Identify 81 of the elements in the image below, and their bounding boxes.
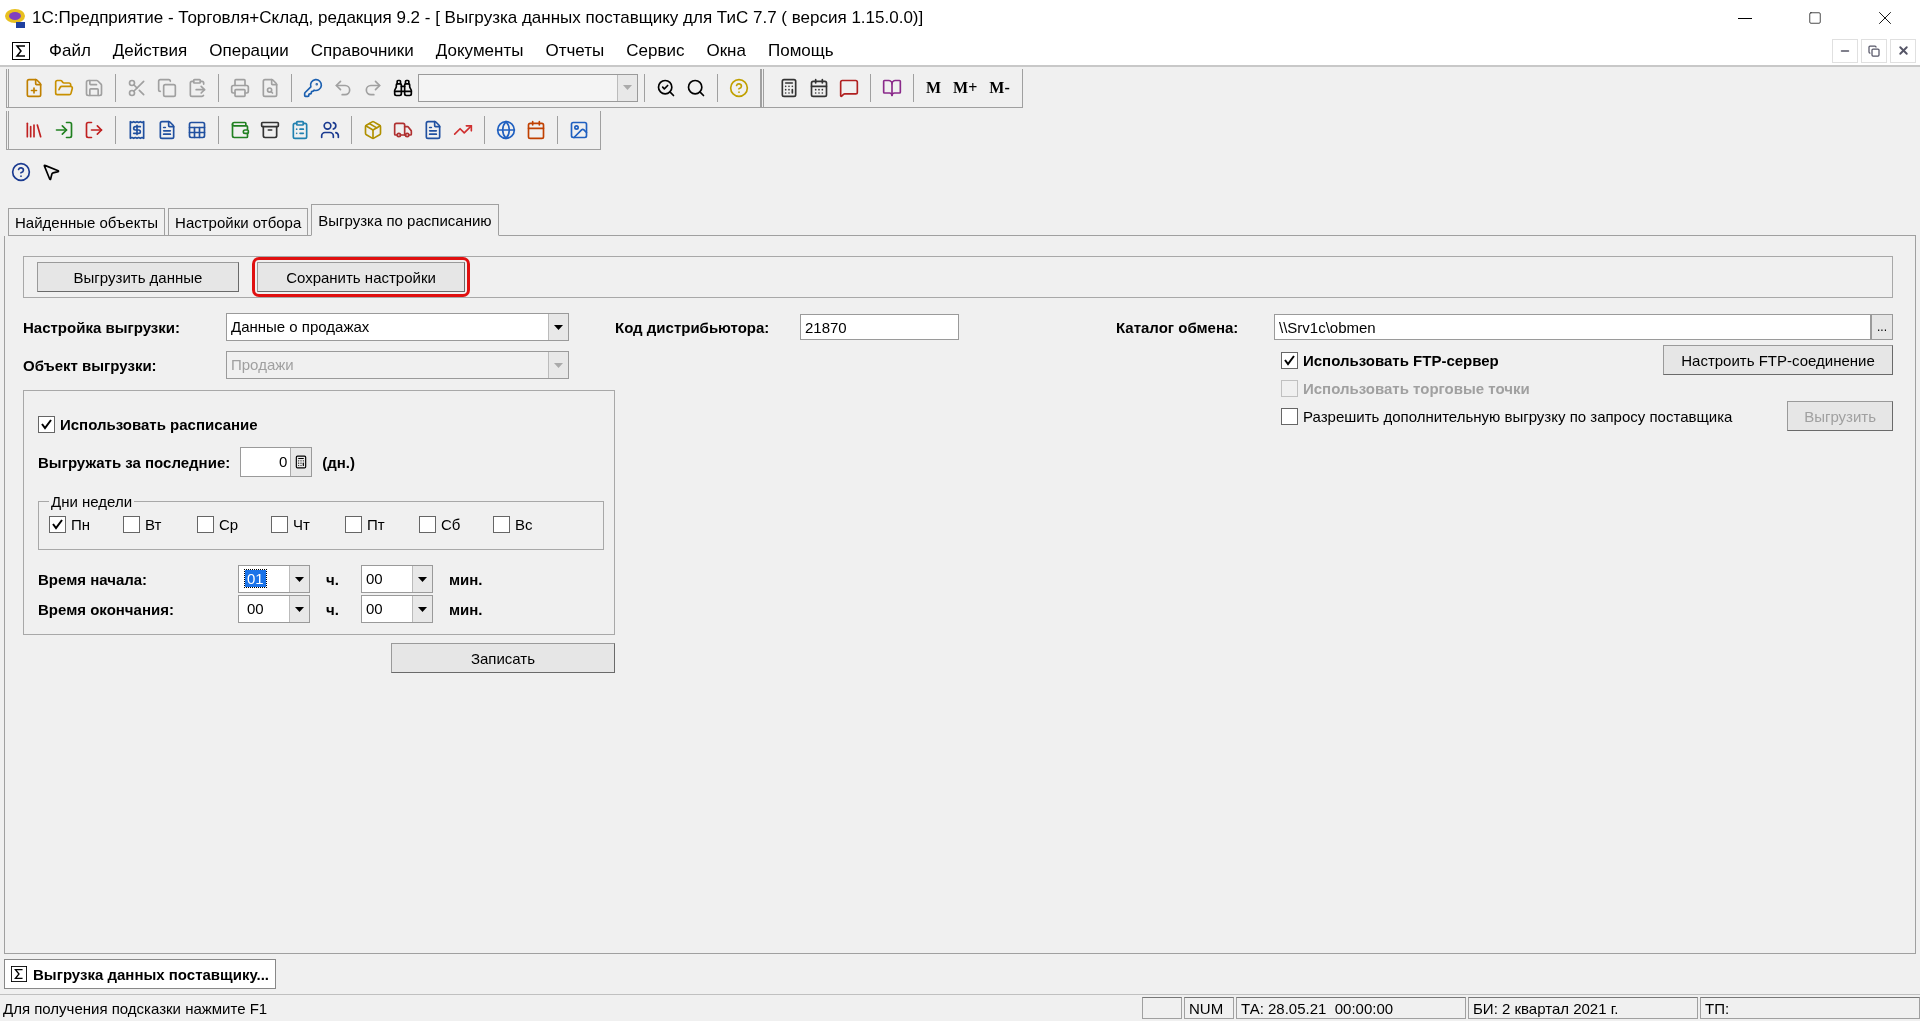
status-panel: [1142, 997, 1182, 1019]
checkbox-label: Вт: [145, 516, 162, 533]
checkbox-label: Вс: [515, 516, 533, 533]
memory-button[interactable]: M+: [947, 72, 984, 103]
window-title: 1С:Предприятие - Торговля+Склад, редакция 9.2 - [ Выгрузка данных поставщику для ТиС 7.7 ( версия 1.15.0.0)]: [32, 8, 925, 28]
checkbox[interactable]: [271, 516, 288, 533]
checkbox-label: Пн: [71, 516, 91, 533]
field-label: Код дистрибьютора:: [615, 318, 771, 336]
checkbox-label: Разрешить дополнительную выгрузку по запросу поставщика: [1303, 407, 1733, 425]
field-label: Каталог обмена:: [1116, 318, 1240, 336]
status-panel: ТА: 28.05.21 00:00:00: [1236, 997, 1466, 1019]
option-button[interactable]: Настроить FTP-соединение: [1663, 345, 1893, 375]
checkbox[interactable]: [123, 516, 140, 533]
hour-combo[interactable]: 01: [238, 565, 310, 593]
memory-button[interactable]: M-: [983, 72, 1016, 103]
menu-item[interactable]: Документы: [424, 40, 535, 61]
checkbox[interactable]: [38, 415, 55, 433]
status-panel: ТП:: [1700, 997, 1920, 1019]
sigma-icon[interactable]: [12, 41, 30, 60]
close-icon: [1896, 44, 1910, 57]
checkbox[interactable]: [197, 516, 214, 533]
unit-label: ч.: [326, 600, 339, 618]
browse-button[interactable]: ...: [1871, 314, 1893, 340]
window-tab[interactable]: Выгрузка данных поставщику...: [4, 959, 276, 989]
checkbox[interactable]: [1281, 407, 1298, 425]
menu-item[interactable]: Файл: [38, 40, 102, 61]
memory-button[interactable]: M: [920, 72, 948, 103]
tab[interactable]: Выгрузка по расписанию: [311, 204, 499, 236]
action-button[interactable]: Сохранить настройки: [257, 262, 465, 292]
sigma-icon: [11, 966, 27, 982]
menu-item[interactable]: Действия: [101, 40, 199, 61]
menu-item[interactable]: Операции: [198, 40, 300, 61]
minimize-icon: [1738, 17, 1752, 19]
minute-combo[interactable]: 00: [360, 595, 433, 623]
unit-label: ч.: [326, 570, 339, 588]
unit-label: (дн.): [322, 453, 355, 471]
checkbox-label: Чт: [293, 516, 310, 533]
calculator-icon[interactable]: [290, 448, 312, 476]
checkbox-label: Ср: [219, 516, 239, 533]
exchange-folder-field[interactable]: \\Srv1c\obmen: [1274, 314, 1871, 340]
unit-label: мин.: [448, 570, 483, 588]
field-label: Время окончания:: [38, 600, 175, 618]
days-field[interactable]: 0: [240, 447, 313, 477]
field-label: Время начала:: [38, 570, 149, 588]
menu-item[interactable]: Окна: [695, 40, 757, 61]
checkbox[interactable]: [345, 516, 362, 533]
checkbox-label: Пт: [367, 516, 385, 533]
minute-combo[interactable]: 00: [360, 565, 433, 593]
menu-item[interactable]: Сервис: [615, 40, 696, 61]
checkbox[interactable]: [49, 516, 66, 533]
menu-item[interactable]: Справочники: [299, 40, 425, 61]
tab[interactable]: Настройки отбора: [168, 208, 309, 235]
field-label: Выгружать за последние:: [38, 453, 231, 471]
field-label: Объект выгрузки:: [23, 356, 158, 374]
distributor-code-field[interactable]: 21870: [800, 314, 959, 340]
restore-button[interactable]: [1861, 38, 1887, 63]
checkbox-label: Использовать FTP-сервер: [1303, 351, 1499, 369]
field-label: Настройка выгрузки:: [23, 318, 181, 336]
status-panel: БИ: 2 квартал 2021 г.: [1468, 997, 1698, 1019]
checkbox-label: Сб: [441, 516, 461, 533]
restore-icon: [1868, 44, 1880, 57]
checkbox[interactable]: [1281, 351, 1298, 369]
app-logo-icon: [4, 7, 26, 29]
action-button[interactable]: Выгрузить данные: [37, 262, 239, 292]
checkbox-label: Использовать торговые точки: [1303, 379, 1530, 397]
close-button[interactable]: [1890, 38, 1916, 63]
unit-label: мин.: [448, 600, 483, 618]
menu-item[interactable]: Отчеты: [534, 40, 616, 61]
hour-combo[interactable]: 00: [238, 595, 310, 623]
status-panel: NUM: [1184, 997, 1234, 1019]
checkbox-label: Использовать расписание: [60, 415, 258, 433]
checkbox[interactable]: [419, 516, 436, 533]
write-button[interactable]: Записать: [391, 643, 615, 673]
status-hint: Для получения подсказки нажмите F1: [2, 999, 269, 1017]
minimize-button[interactable]: [1832, 38, 1858, 63]
export-setting-combo[interactable]: Данные о продажах: [226, 313, 569, 341]
tab[interactable]: Найденные объекты: [8, 208, 166, 235]
menu-item[interactable]: Помощь: [756, 40, 845, 61]
checkbox[interactable]: [493, 516, 510, 533]
restore-icon: [1808, 11, 1822, 25]
group-title: Дни недели: [50, 493, 133, 510]
